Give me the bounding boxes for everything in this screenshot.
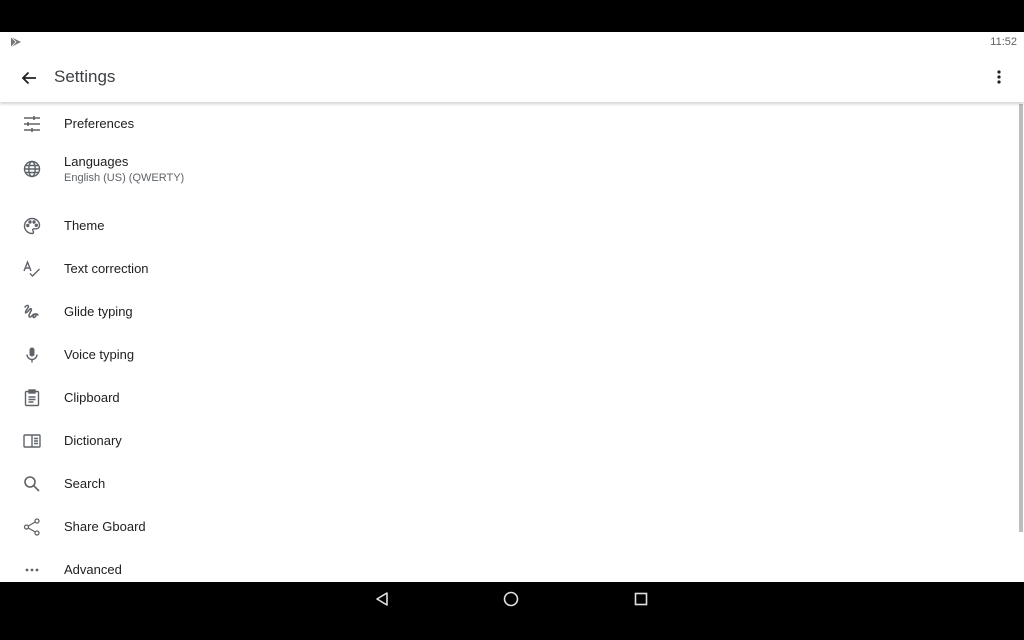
item-label: Advanced — [64, 562, 122, 577]
dictionary-icon — [22, 431, 42, 451]
item-label: Languages — [64, 154, 129, 169]
item-label: Dictionary — [64, 433, 122, 448]
play-store-icon — [10, 36, 22, 48]
gesture-icon — [22, 302, 42, 322]
more-vert-icon — [997, 70, 1001, 84]
settings-item-clipboard[interactable]: Clipboard — [0, 376, 1018, 419]
settings-list: Preferences Languages English (US) (QWER… — [0, 102, 1018, 582]
scrollbar[interactable] — [1019, 104, 1023, 532]
nav-back-icon — [374, 591, 390, 607]
page-title: Settings — [54, 67, 116, 86]
more-horiz-icon — [22, 560, 42, 580]
nav-back-button[interactable] — [369, 586, 395, 612]
settings-item-dictionary[interactable]: Dictionary — [0, 419, 1018, 462]
settings-item-theme[interactable]: Theme — [0, 204, 1018, 247]
palette-icon — [22, 216, 42, 236]
item-label: Voice typing — [64, 347, 135, 362]
spellcheck-icon — [22, 259, 42, 279]
system-nav-bar — [0, 582, 1024, 640]
clipboard-icon — [22, 388, 42, 408]
settings-item-text-correction[interactable]: Text correction — [0, 247, 1018, 290]
settings-item-preferences[interactable]: Preferences — [0, 102, 1018, 145]
item-label: Text correction — [64, 261, 149, 276]
mic-icon — [22, 345, 42, 365]
screen: 11:52 Settings Preferences Languages Eng… — [0, 32, 1024, 582]
more-options-button[interactable] — [988, 65, 1010, 89]
settings-item-search[interactable]: Search — [0, 462, 1018, 505]
nav-home-icon — [503, 591, 519, 607]
status-bar: 11:52 — [0, 32, 1024, 52]
search-icon — [22, 474, 42, 494]
nav-recents-icon — [634, 592, 648, 606]
item-label: Clipboard — [64, 390, 120, 405]
settings-item-advanced[interactable]: Advanced — [0, 548, 1018, 582]
nav-home-button[interactable] — [498, 586, 524, 612]
item-label: Theme — [64, 218, 105, 233]
globe-icon — [22, 159, 42, 179]
settings-item-share-gboard[interactable]: Share Gboard — [0, 505, 1018, 548]
nav-recents-button[interactable] — [628, 586, 654, 612]
status-clock: 11:52 — [990, 36, 1017, 48]
top-letterbox — [0, 0, 1024, 32]
app-bar: Settings — [0, 52, 1024, 102]
item-label: Preferences — [64, 116, 135, 131]
back-button[interactable] — [16, 65, 42, 91]
settings-item-voice-typing[interactable]: Voice typing — [0, 333, 1018, 376]
item-label: Glide typing — [64, 304, 133, 319]
settings-item-languages[interactable]: Languages English (US) (QWERTY) — [0, 144, 1018, 194]
item-subtitle: English (US) (QWERTY) — [64, 172, 185, 184]
item-label: Search — [64, 476, 106, 491]
arrow-back-icon — [21, 70, 37, 86]
tune-icon — [22, 114, 42, 134]
share-icon — [22, 517, 42, 537]
settings-item-glide-typing[interactable]: Glide typing — [0, 290, 1018, 333]
item-label: Share Gboard — [64, 519, 146, 534]
